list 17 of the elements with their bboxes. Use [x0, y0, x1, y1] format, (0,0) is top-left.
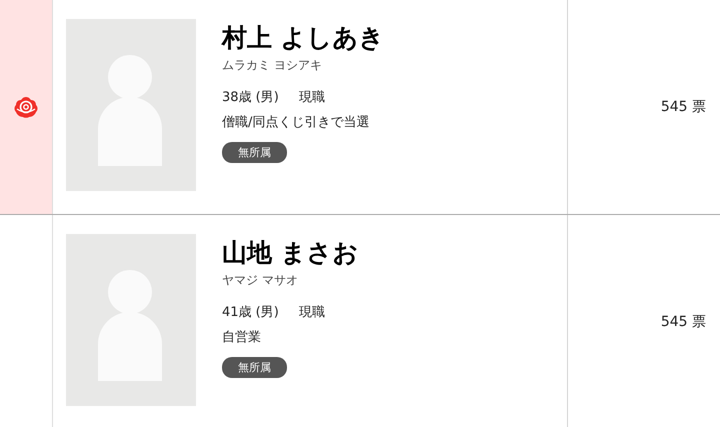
party-tag: 無所属 — [222, 357, 287, 378]
occupation: 僧職/同点くじ引きで当選 — [222, 114, 370, 131]
incumbency-status: 現職 — [298, 304, 325, 321]
candidate-kana: ヤマジ マサオ — [222, 272, 298, 289]
person-silhouette-icon — [66, 19, 196, 191]
incumbency-status: 現職 — [298, 89, 325, 106]
rose-icon — [13, 95, 39, 119]
vote-count: 545 票 — [660, 98, 706, 116]
vote-count: 545 票 — [660, 313, 706, 331]
candidate-kana: ムラカミ ヨシアキ — [222, 57, 322, 74]
party-tag: 無所属 — [222, 142, 287, 163]
person-silhouette-icon — [66, 234, 196, 406]
age-sex: 38歳 (男) — [222, 89, 279, 106]
occupation: 自営業 — [222, 329, 261, 346]
age-sex: 41歳 (男) — [222, 304, 279, 321]
candidate-name: 村上 よしあき — [222, 22, 385, 54]
candidate-name: 山地 まさお — [222, 237, 359, 269]
